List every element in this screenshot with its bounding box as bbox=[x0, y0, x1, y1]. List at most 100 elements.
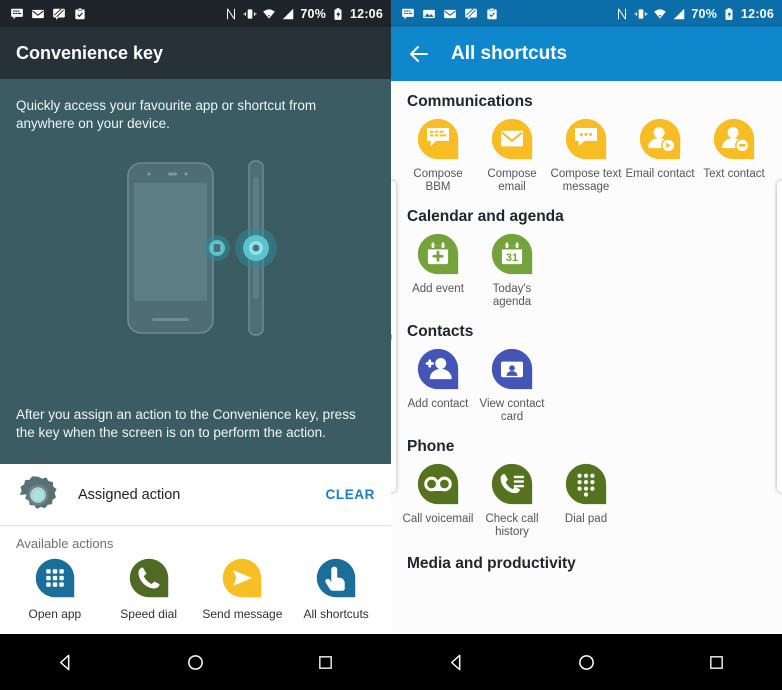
shortcut-email-contact[interactable]: Email contact bbox=[623, 117, 697, 194]
recents-button[interactable] bbox=[303, 644, 349, 680]
shortcut-view-contact-card[interactable]: View contact card bbox=[475, 347, 549, 424]
shortcut-compose-email[interactable]: Compose email bbox=[475, 117, 549, 194]
person-add-icon bbox=[416, 347, 460, 391]
app-bar-left: Convenience key bbox=[0, 27, 391, 79]
shortcut-label: Compose BBM bbox=[413, 168, 463, 193]
tasks-icon bbox=[487, 7, 497, 19]
vibrate-icon bbox=[244, 8, 257, 19]
section-title: Communications bbox=[407, 93, 533, 110]
shortcut-compose-bbm[interactable]: Compose BBM bbox=[401, 117, 475, 194]
status-bar-notification-icons bbox=[401, 7, 615, 21]
action-open-app[interactable]: Open app bbox=[8, 557, 102, 621]
section-title: Contacts bbox=[407, 323, 474, 340]
apps-grid-icon bbox=[34, 557, 76, 599]
shortcut-dial-pad[interactable]: Dial pad bbox=[549, 462, 623, 539]
tap-finger-icon bbox=[315, 557, 357, 599]
status-bar-right: 70% 12:06 bbox=[391, 0, 782, 27]
shortcut-todays-agenda[interactable]: 31 Today's agenda bbox=[475, 232, 549, 309]
shortcut-label: Compose email bbox=[487, 168, 537, 193]
clock-label: 12:06 bbox=[741, 6, 774, 21]
signal-icon bbox=[674, 8, 685, 19]
image-icon bbox=[423, 9, 435, 18]
section-item-grid: Add contact View contact card bbox=[391, 347, 782, 424]
section-media-and-productivity: Media and productivity bbox=[391, 541, 782, 581]
shortcut-label: Check call history bbox=[485, 513, 539, 538]
section-calendar-and-agenda: Calendar and agenda Add event 31 Today's… bbox=[391, 196, 782, 311]
navigation-bar-left bbox=[0, 634, 391, 690]
convenience-key-illustration bbox=[127, 160, 277, 336]
action-all-shortcuts[interactable]: All shortcuts bbox=[289, 557, 383, 621]
shortcut-label: Text contact bbox=[703, 168, 765, 180]
section-communications: Communications Compose BBM Compose email… bbox=[391, 81, 782, 196]
mail-icon bbox=[32, 9, 44, 18]
bbm-chat-icon bbox=[416, 117, 460, 161]
sheet-edge-left bbox=[391, 181, 396, 492]
section-title: Calendar and agenda bbox=[407, 208, 564, 225]
bbm-icon bbox=[402, 8, 414, 19]
back-button[interactable] bbox=[42, 644, 88, 680]
signal-icon bbox=[283, 8, 294, 19]
section-item-grid: Add event 31 Today's agenda bbox=[391, 232, 782, 309]
shortcut-check-call-history[interactable]: Check call history bbox=[475, 462, 549, 539]
available-actions-title: Available actions bbox=[16, 536, 114, 551]
status-bar-system-icons: 70% 12:06 bbox=[224, 7, 383, 21]
shortcut-label: Today's agenda bbox=[492, 283, 532, 308]
bbm-icon bbox=[11, 8, 23, 19]
shortcut-add-event[interactable]: Add event bbox=[401, 232, 475, 309]
hero-panel: Quickly access your favourite app or sho… bbox=[0, 79, 391, 464]
recents-button[interactable] bbox=[694, 644, 740, 680]
battery-charging-icon bbox=[334, 7, 342, 20]
section-title: Phone bbox=[407, 438, 455, 455]
shortcut-label: Dial pad bbox=[564, 513, 608, 525]
call-history-icon bbox=[490, 462, 534, 506]
back-button[interactable] bbox=[433, 644, 479, 680]
gear-icon bbox=[16, 473, 60, 517]
svg-text:31: 31 bbox=[506, 252, 518, 264]
arrow-left-icon[interactable] bbox=[407, 42, 431, 66]
dual-screenshot: 70% 12:06 Convenience key Quickly access… bbox=[0, 0, 782, 690]
phone-icon bbox=[128, 557, 170, 599]
shortcut-add-contact[interactable]: Add contact bbox=[401, 347, 475, 424]
action-speed-dial[interactable]: Speed dial bbox=[102, 557, 196, 621]
convenience-key-screen: 70% 12:06 Convenience key Quickly access… bbox=[0, 0, 391, 690]
page-title: Convenience key bbox=[16, 42, 164, 63]
section-title: Media and productivity bbox=[407, 555, 576, 572]
tasks-icon bbox=[75, 7, 85, 19]
calendar-plus-icon bbox=[416, 232, 460, 276]
section-item-grid: Compose BBM Compose email Compose text m… bbox=[391, 117, 782, 194]
shortcut-call-voicemail[interactable]: Call voicemail bbox=[401, 462, 475, 539]
vibrate-icon bbox=[635, 8, 648, 19]
shortcut-compose-text-message[interactable]: Compose text message bbox=[549, 117, 623, 194]
action-send-message[interactable]: Send message bbox=[196, 557, 290, 621]
mail-icon bbox=[444, 9, 456, 18]
clear-button[interactable]: CLEAR bbox=[326, 487, 376, 502]
home-button[interactable] bbox=[172, 644, 218, 680]
nfc-icon bbox=[227, 7, 236, 20]
home-button[interactable] bbox=[563, 644, 609, 680]
battery-charging-icon bbox=[725, 7, 733, 20]
shortcuts-scroll-area[interactable]: Communications Compose BBM Compose email… bbox=[391, 81, 782, 634]
assigned-action-row[interactable]: Assigned action CLEAR bbox=[0, 464, 391, 526]
shortcut-label: Call voicemail bbox=[402, 513, 474, 525]
action-label: Send message bbox=[202, 607, 283, 621]
wifi-icon bbox=[263, 8, 276, 19]
battery-percent-label: 70% bbox=[300, 6, 327, 21]
clock-label: 12:06 bbox=[350, 6, 383, 21]
send-icon bbox=[221, 557, 263, 599]
shortcut-label: Email contact bbox=[625, 168, 695, 180]
shortcut-label: View contact card bbox=[479, 398, 545, 423]
hero-description-top: Quickly access your favourite app or sho… bbox=[16, 98, 317, 131]
available-actions-list: Open app Speed dial Send message All sho… bbox=[0, 553, 391, 621]
hero-description-bottom: After you assign an action to the Conven… bbox=[16, 407, 356, 440]
app-bar-right: All shortcuts bbox=[391, 27, 782, 81]
wifi-icon bbox=[654, 8, 667, 19]
dialpad-icon bbox=[564, 462, 608, 506]
assigned-action-label: Assigned action bbox=[78, 486, 181, 503]
contact-card-icon bbox=[490, 347, 534, 391]
contact-send-icon bbox=[638, 117, 682, 161]
shortcut-label: Add contact bbox=[407, 398, 469, 410]
status-bar-system-icons: 70% 12:06 bbox=[615, 7, 774, 21]
all-shortcuts-screen: 70% 12:06 All shortcuts Communications C… bbox=[391, 0, 782, 690]
shortcut-text-contact[interactable]: Text contact bbox=[697, 117, 771, 194]
status-bar-notification-icons bbox=[10, 7, 224, 21]
